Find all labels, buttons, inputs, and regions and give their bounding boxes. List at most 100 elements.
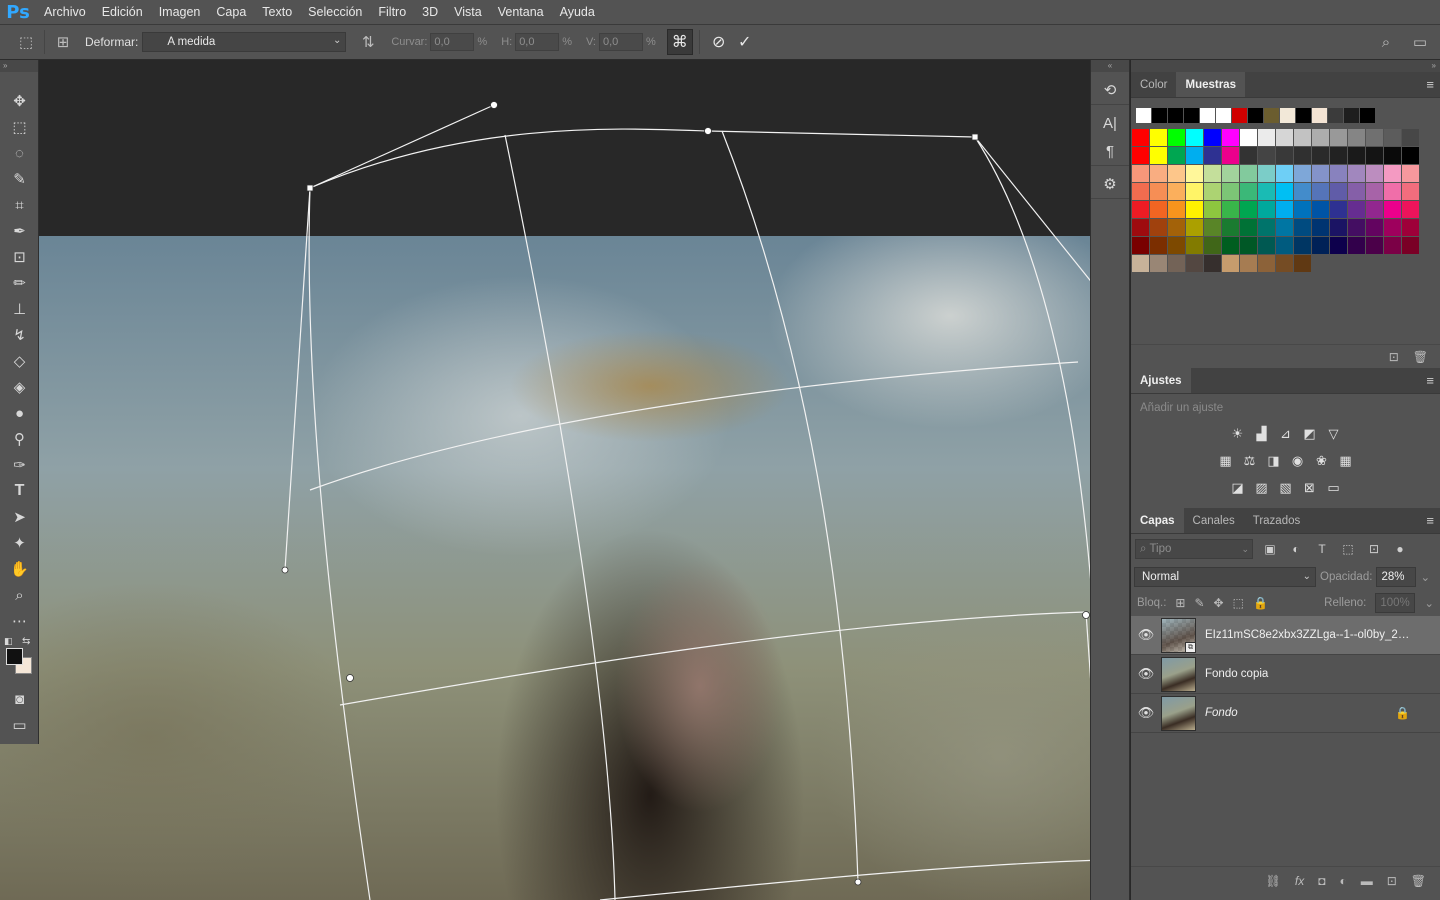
menu-filtro[interactable]: Filtro xyxy=(370,0,414,25)
recent-swatch[interactable] xyxy=(1328,108,1344,124)
new-group-icon[interactable]: ▬ xyxy=(1361,874,1373,888)
swatch[interactable] xyxy=(1258,147,1276,165)
swatch[interactable] xyxy=(1258,201,1276,219)
color-balance-icon[interactable]: ⚖ xyxy=(1241,452,1259,470)
swatch[interactable] xyxy=(1348,129,1366,147)
swatch[interactable] xyxy=(1366,147,1384,165)
swatch[interactable] xyxy=(1240,147,1258,165)
menu-vista[interactable]: Vista xyxy=(446,0,490,25)
recent-swatch[interactable] xyxy=(1136,108,1152,124)
swatch[interactable] xyxy=(1150,255,1168,273)
transform-tool-icon[interactable]: ⬚ xyxy=(14,30,38,54)
swatch[interactable] xyxy=(1222,201,1240,219)
swatch[interactable] xyxy=(1348,147,1366,165)
swatch[interactable] xyxy=(1186,129,1204,147)
filter-adjustment-icon[interactable]: ◐ xyxy=(1287,542,1305,556)
swatch[interactable] xyxy=(1384,183,1402,201)
v-input[interactable]: 0,0 xyxy=(598,33,643,51)
swatch[interactable] xyxy=(1186,147,1204,165)
gradient-map-icon[interactable]: ▭ xyxy=(1325,479,1343,497)
eyedropper-tool-icon[interactable]: ✒ xyxy=(0,218,39,244)
filter-type-icon[interactable]: T xyxy=(1313,542,1331,556)
layer-row[interactable]: 👁 Fondo copia xyxy=(1131,655,1440,694)
menu-texto[interactable]: Texto xyxy=(254,0,300,25)
swatch[interactable] xyxy=(1276,129,1294,147)
swatch[interactable] xyxy=(1384,237,1402,255)
swatch[interactable] xyxy=(1384,129,1402,147)
channel-mixer-icon[interactable]: ❀ xyxy=(1313,452,1331,470)
swatch[interactable] xyxy=(1186,255,1204,273)
photo-filter-icon[interactable]: ◉ xyxy=(1289,452,1307,470)
search-icon[interactable]: ⌕ xyxy=(1374,30,1398,54)
swatch[interactable] xyxy=(1330,147,1348,165)
swap-colors-icon[interactable]: ⇆ xyxy=(22,636,30,647)
recent-swatch[interactable] xyxy=(1280,108,1296,124)
lock-all-icon[interactable]: 🔒 xyxy=(1253,596,1268,610)
swatch[interactable] xyxy=(1204,237,1222,255)
selective-color-icon[interactable]: ⊠ xyxy=(1301,479,1319,497)
levels-icon[interactable]: ▟ xyxy=(1253,425,1271,443)
swatch[interactable] xyxy=(1168,183,1186,201)
exposure-icon[interactable]: ◩ xyxy=(1301,425,1319,443)
swatch[interactable] xyxy=(1186,201,1204,219)
swatch[interactable] xyxy=(1312,183,1330,201)
warp-mode-button[interactable]: ⌘ xyxy=(666,29,693,55)
move-tool-icon[interactable]: ✥ xyxy=(0,88,39,114)
swatch[interactable] xyxy=(1222,237,1240,255)
swatch[interactable] xyxy=(1384,147,1402,165)
swatch[interactable] xyxy=(1294,183,1312,201)
menu-ventana[interactable]: Ventana xyxy=(490,0,552,25)
custom-shape-tool-icon[interactable]: ✦ xyxy=(0,530,39,556)
clone-stamp-tool-icon[interactable]: ⊥ xyxy=(0,296,39,322)
swatch[interactable] xyxy=(1186,165,1204,183)
lock-pixels-icon[interactable]: ✎ xyxy=(1194,596,1204,610)
menu-capa[interactable]: Capa xyxy=(208,0,254,25)
swatch[interactable] xyxy=(1384,219,1402,237)
swatch[interactable] xyxy=(1330,201,1348,219)
filter-pixel-icon[interactable]: ▣ xyxy=(1261,542,1279,556)
swatch[interactable] xyxy=(1204,255,1222,273)
swatch[interactable] xyxy=(1222,129,1240,147)
swatch[interactable] xyxy=(1384,201,1402,219)
swatch[interactable] xyxy=(1348,219,1366,237)
layer-row[interactable]: 👁 Fondo 🔒 xyxy=(1131,694,1440,733)
swatch[interactable] xyxy=(1204,183,1222,201)
paint-bucket-tool-icon[interactable]: ◈ xyxy=(0,374,39,400)
path-selection-tool-icon[interactable]: ➤ xyxy=(0,504,39,530)
swatch[interactable] xyxy=(1222,255,1240,273)
menu-archivo[interactable]: Archivo xyxy=(36,0,94,25)
swatch[interactable] xyxy=(1186,183,1204,201)
curvar-input[interactable]: 0,0 xyxy=(430,33,475,51)
brush-tool-icon[interactable]: ✏ xyxy=(0,270,39,296)
recent-swatch[interactable] xyxy=(1216,108,1232,124)
swatch[interactable] xyxy=(1366,201,1384,219)
swatch[interactable] xyxy=(1240,201,1258,219)
recent-swatch[interactable] xyxy=(1168,108,1184,124)
history-panel-icon[interactable]: ⟲ xyxy=(1091,76,1129,104)
swatch[interactable] xyxy=(1294,255,1312,273)
menu-3d[interactable]: 3D xyxy=(414,0,446,25)
swatch[interactable] xyxy=(1330,129,1348,147)
recent-swatch[interactable] xyxy=(1360,108,1376,124)
swatch[interactable] xyxy=(1258,129,1276,147)
reference-point-icon[interactable]: ⊞ xyxy=(51,30,75,54)
zoom-tool-icon[interactable]: ⌕ xyxy=(0,582,39,608)
eraser-tool-icon[interactable]: ◇ xyxy=(0,348,39,374)
swatch[interactable] xyxy=(1150,129,1168,147)
swatch[interactable] xyxy=(1168,129,1186,147)
swatch[interactable] xyxy=(1312,237,1330,255)
swatch[interactable] xyxy=(1132,219,1150,237)
recent-swatch[interactable] xyxy=(1184,108,1200,124)
eye-icon[interactable]: 👁 xyxy=(1131,627,1161,643)
panel-menu-icon[interactable]: ≡ xyxy=(1426,373,1434,388)
tab-muestras[interactable]: Muestras xyxy=(1176,72,1245,97)
type-tool-icon[interactable]: T xyxy=(0,478,39,504)
swatch[interactable] xyxy=(1402,129,1420,147)
swatch[interactable] xyxy=(1258,183,1276,201)
posterize-icon[interactable]: ▨ xyxy=(1253,479,1271,497)
swatch[interactable] xyxy=(1168,237,1186,255)
pen-tool-icon[interactable]: ✑ xyxy=(0,452,39,478)
swatch[interactable] xyxy=(1168,165,1186,183)
swatch[interactable] xyxy=(1186,237,1204,255)
menu-seleccion[interactable]: Selección xyxy=(300,0,370,25)
